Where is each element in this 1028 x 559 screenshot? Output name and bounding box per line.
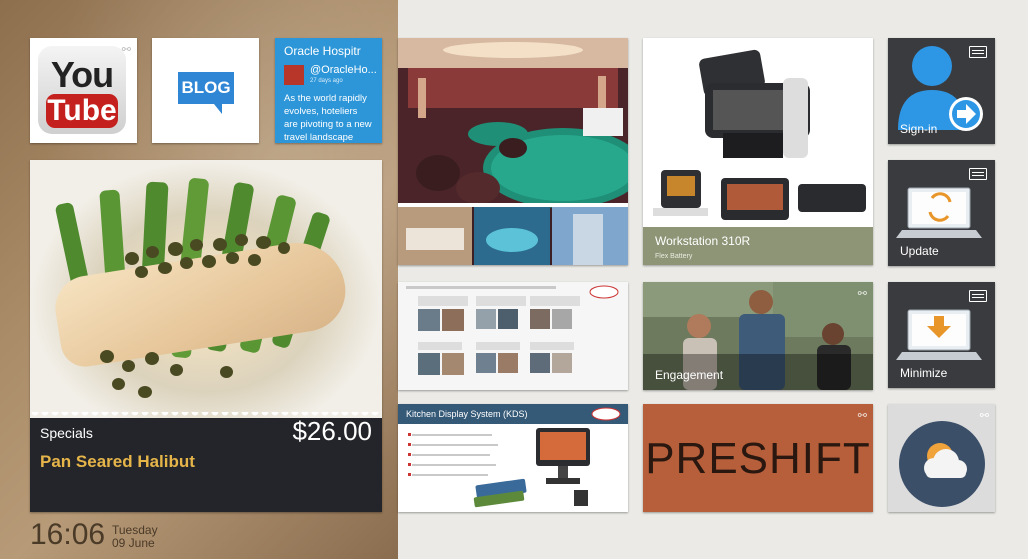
engagement-tile[interactable]: ⚯ Engagement <box>643 282 873 390</box>
weather-tile[interactable]: ⚯ <box>888 404 995 512</box>
preshift-title: PRESHIFT <box>645 434 871 483</box>
clock-day: 09 June <box>112 536 155 550</box>
youtube-tile[interactable]: You Tube ⚯ <box>30 38 137 143</box>
app-badge-icon <box>969 168 987 180</box>
app-badge-icon <box>969 290 987 302</box>
link-icon: ⚯ <box>857 288 867 300</box>
minimize-label: Minimize <box>900 366 948 380</box>
halibut-photo <box>30 160 382 418</box>
partly-cloudy-icon <box>924 443 967 478</box>
app-badge-icon <box>969 46 987 58</box>
sign-in-label: Sign-in <box>900 122 938 136</box>
presentation-slide-thumbnail <box>398 282 628 390</box>
twitter-title: Oracle Hospitr <box>284 44 361 58</box>
preshift-tile[interactable]: ⚯ PRESHIFT <box>643 404 873 512</box>
clock-date: Tuesday 09 June <box>112 524 158 550</box>
tweet-time: 27 days ago <box>310 78 343 84</box>
specials-label: Specials <box>40 425 93 441</box>
link-icon: ⚯ <box>121 44 131 56</box>
blog-label: BLOG <box>181 78 231 97</box>
twitter-feed-tile[interactable]: Oracle Hospitr @OracleHo... 27 days ago … <box>275 38 382 143</box>
clock-time: 16:06 <box>30 518 106 551</box>
update-tile[interactable]: Update <box>888 160 995 266</box>
tweet-text: As the world rapidly evolves, hoteliers … <box>284 93 372 143</box>
engagement-label: Engagement <box>655 368 724 382</box>
resort-gallery-tile[interactable] <box>398 38 628 265</box>
youtube-logo: You Tube <box>38 46 126 134</box>
workstation-photo <box>653 49 866 220</box>
blog-tile[interactable]: BLOG <box>152 38 259 143</box>
youtube-logo-you: You <box>50 54 114 95</box>
workstation-subtitle: Flex Battery <box>655 253 693 260</box>
youtube-logo-tube: Tube <box>46 94 118 128</box>
kds-slide-thumbnail <box>408 407 621 508</box>
specials-price: $26.00 <box>292 416 372 446</box>
blog-icon: BLOG <box>178 72 234 114</box>
oracle-avatar <box>284 65 304 85</box>
workstation-tile[interactable]: Workstation 310R Flex Battery <box>643 38 873 265</box>
update-label: Update <box>900 244 939 258</box>
link-icon: ⚯ <box>857 410 867 422</box>
twitter-handle: @OracleHo... <box>310 64 377 76</box>
minimize-tile[interactable]: Minimize <box>888 282 995 388</box>
specials-tile[interactable]: Specials $26.00 Pan Seared Halibut <box>30 160 382 512</box>
sign-in-tile[interactable]: Sign-in <box>888 38 995 144</box>
casino-photo <box>398 38 628 265</box>
kds-tile[interactable]: Kitchen Display System (KDS) <box>398 404 628 512</box>
presentation-tile[interactable] <box>398 282 628 390</box>
specials-dish-name: Pan Seared Halibut <box>40 452 195 471</box>
workstation-title: Workstation 310R <box>655 234 751 248</box>
